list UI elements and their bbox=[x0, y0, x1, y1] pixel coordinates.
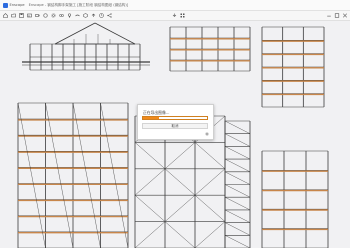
maximize-icon[interactable] bbox=[334, 12, 340, 19]
gear-icon[interactable] bbox=[205, 132, 209, 136]
view-icon[interactable] bbox=[59, 13, 64, 18]
help-icon[interactable] bbox=[99, 13, 104, 18]
asset-icon[interactable] bbox=[83, 13, 88, 18]
panorama-icon[interactable] bbox=[43, 13, 48, 18]
save-icon[interactable] bbox=[19, 13, 24, 18]
close-icon[interactable] bbox=[342, 12, 348, 19]
toolbar bbox=[0, 11, 350, 21]
settings-icon[interactable] bbox=[51, 13, 56, 18]
folder-icon[interactable] bbox=[11, 13, 16, 18]
export-icon[interactable] bbox=[172, 13, 177, 18]
export-progress-dialog: 正在导出图像... 取消 bbox=[137, 104, 214, 140]
cancel-button[interactable]: 取消 bbox=[142, 123, 208, 129]
image-icon[interactable] bbox=[27, 13, 32, 18]
home-icon[interactable] bbox=[3, 13, 8, 18]
export-progress-bar bbox=[142, 116, 208, 120]
share-icon[interactable] bbox=[107, 13, 112, 18]
upload-icon[interactable] bbox=[91, 13, 96, 18]
batch-icon[interactable] bbox=[180, 13, 185, 18]
light-icon[interactable] bbox=[67, 13, 72, 18]
app-name: Enscape bbox=[9, 3, 25, 7]
title-bar: Enscape Enscape - 钢结构脚手架施工 [施工阶段 钢结构图纸 (… bbox=[0, 0, 350, 11]
minimize-icon[interactable] bbox=[326, 12, 332, 19]
video-icon[interactable] bbox=[35, 13, 40, 18]
enscape-logo-icon bbox=[3, 2, 8, 8]
app-logo: Enscape bbox=[3, 2, 25, 8]
window-title: Enscape - 钢结构脚手架施工 [施工阶段 钢结构图纸 (钢结构)] bbox=[28, 2, 129, 7]
progress-fill bbox=[143, 117, 159, 119]
atmosphere-icon[interactable] bbox=[75, 13, 80, 18]
